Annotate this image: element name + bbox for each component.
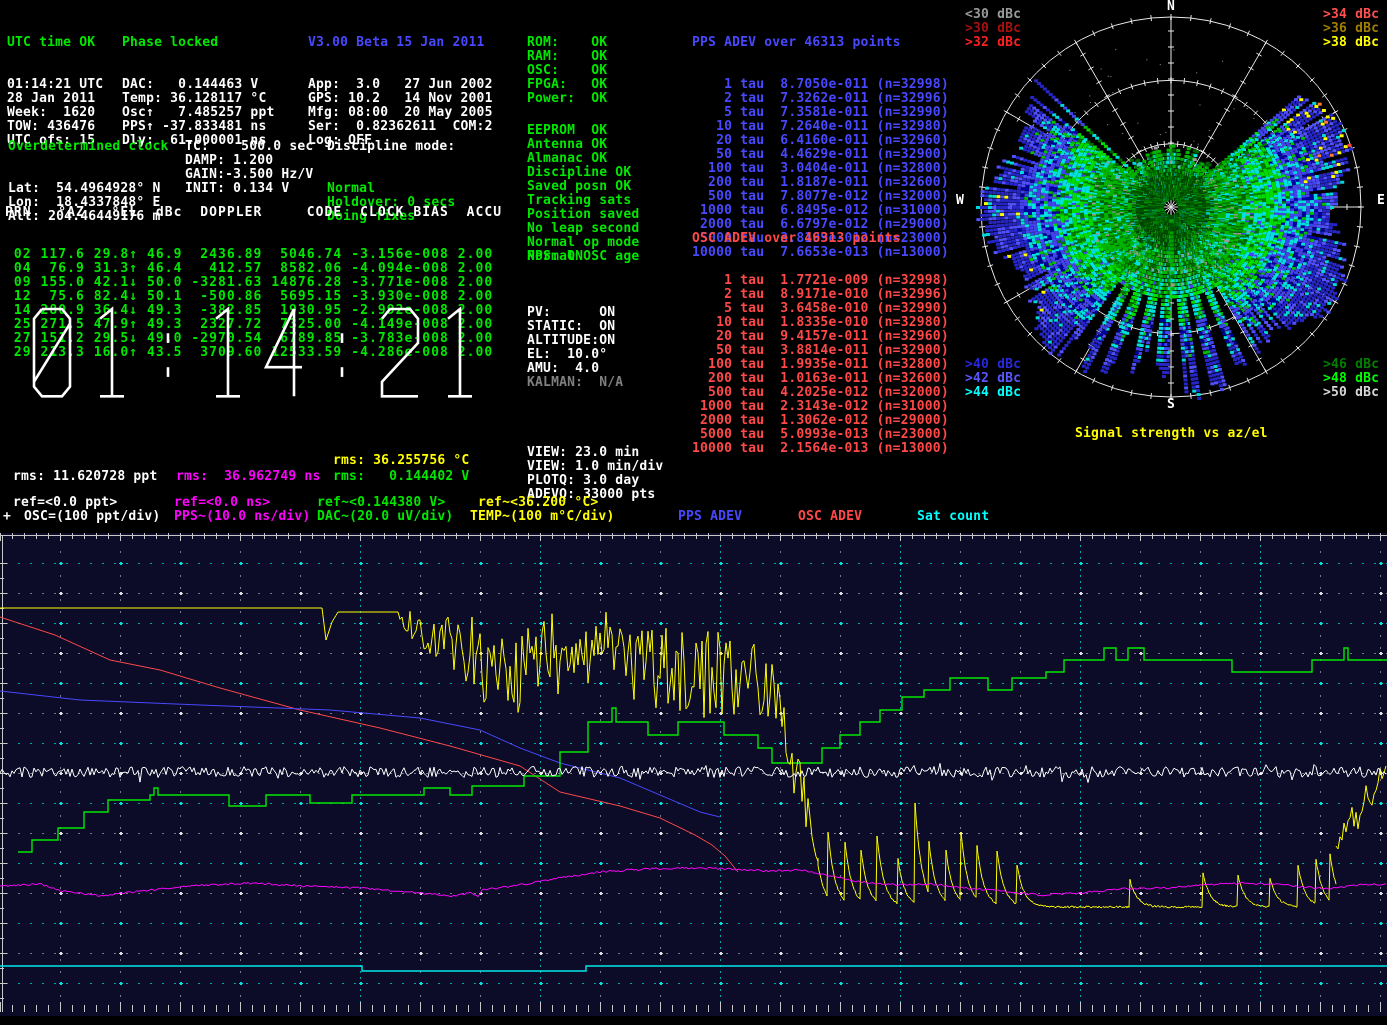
view-lines: VIEW: 23.0 minVIEW: 1.0 min/divPLOTQ: 3.… bbox=[527, 446, 663, 502]
text-line: OSC: OK bbox=[527, 64, 607, 78]
compass-n-label: N bbox=[1167, 0, 1175, 14]
legend-osc-adev: OSC ADEV bbox=[798, 510, 862, 524]
version-title: V3.00 Beta 15 Jan 2011 bbox=[308, 36, 493, 50]
rms-dac: rms: 0.144402 V bbox=[333, 470, 469, 484]
text-line: 10 tau 1.8335e-010 (n=32980) bbox=[692, 316, 949, 330]
osc-adev-rows: 1 tau 1.7721e-009 (n=32998) 2 tau 8.9171… bbox=[692, 274, 949, 456]
text-line: 01:14:21 UTC bbox=[7, 78, 103, 92]
text-line: 2000 tau 1.3062e-012 (n=29000) bbox=[692, 414, 949, 428]
rms-temp: rms: 36.255756 °C bbox=[333, 454, 469, 468]
receiver-mode-label: Overdetermined clock bbox=[8, 140, 169, 154]
time-status-label: UTC time OK bbox=[7, 36, 103, 50]
text-line: VIEW: 1.0 min/div bbox=[527, 460, 663, 474]
text-line: 5000 tau 5.0993e-013 (n=23000) bbox=[692, 428, 949, 442]
scale-dac: DAC~(20.0 uV/div) bbox=[317, 510, 453, 524]
text-line: EEPROM OK bbox=[527, 124, 639, 138]
strip-chart-plot[interactable] bbox=[0, 533, 1387, 1025]
legend-pps-adev: PPS ADEV bbox=[678, 510, 742, 524]
compass-e-label: E bbox=[1377, 194, 1385, 208]
text-line: DAMP: 1.200 bbox=[185, 154, 313, 168]
text-line: Almanac OK bbox=[527, 152, 639, 166]
filter-lines: PV: ONSTATIC: ONALTITUDE:ON bbox=[527, 306, 623, 348]
text-line: 100 tau 3.0404e-011 (n=32800) bbox=[692, 162, 949, 176]
text-line: 100 tau 1.9935e-011 (n=32800) bbox=[692, 358, 949, 372]
text-line: 09 155.0 42.1↓ 50.0 -3281.63 14876.28 -3… bbox=[5, 276, 502, 290]
text-line: STATIC: ON bbox=[527, 320, 623, 334]
text-line: No leap second bbox=[527, 222, 639, 236]
osc-adev-table: OSC ADEV over 46313 points 1 tau 1.7721e… bbox=[692, 204, 949, 470]
text-line: RAM: OK bbox=[527, 50, 607, 64]
text-line: DAC: 0.144463 V bbox=[122, 78, 275, 92]
discipline-mode-label: Discipline mode: bbox=[327, 140, 455, 154]
osc-adev-title: OSC ADEV over 46313 points bbox=[692, 232, 949, 246]
ref-pps: ref=<0.0 ns> bbox=[174, 496, 270, 510]
ref-dac: ref~<0.144380 V> bbox=[317, 496, 445, 510]
text-line: FPGA: OK bbox=[527, 78, 607, 92]
text-line: GPS: 10.2 14 Nov 2001 bbox=[308, 92, 493, 106]
text-line: 10000 tau 2.1564e-013 (n=13000) bbox=[692, 442, 949, 456]
rms-osc: rms: 11.620728 ppt bbox=[13, 470, 157, 484]
polar-signal-map bbox=[970, 6, 1372, 408]
el-mask: EL: 10.0° bbox=[527, 348, 607, 362]
text-line: TC: 500.0 sec bbox=[185, 140, 313, 154]
compass-w-label: W bbox=[956, 194, 964, 208]
text-line: Discipline OK bbox=[527, 166, 639, 180]
text-line: Saved posn OK bbox=[527, 180, 639, 194]
sat-table-header: PRN °AZ °EL dBc DOPPLER CODE CLOCK BIAS … bbox=[5, 206, 502, 220]
kalman-line: KALMAN: N/A bbox=[527, 376, 623, 390]
text-line: 500 tau 7.8077e-012 (n=32000) bbox=[692, 190, 949, 204]
text-line: 02 117.6 29.8↑ 46.9 2436.89 5046.74 -3.1… bbox=[5, 248, 502, 262]
amu-mask: AMU: 4.0 bbox=[527, 362, 599, 376]
scale-osc: OSC=(100 ppt/div) bbox=[24, 510, 160, 524]
text-line: PV: ON bbox=[527, 306, 623, 320]
pps-state: PPS: ON bbox=[527, 250, 583, 264]
text-line: PLOTQ: 3.0 day bbox=[527, 474, 663, 488]
text-line: 1000 tau 2.3143e-012 (n=31000) bbox=[692, 400, 949, 414]
rms-pps: rms: 36.962749 ns bbox=[176, 470, 320, 484]
text-line: Position saved bbox=[527, 208, 639, 222]
text-line: 10 tau 7.2640e-011 (n=32980) bbox=[692, 120, 949, 134]
text-line: 5 tau 7.3581e-011 (n=32990) bbox=[692, 106, 949, 120]
text-line: 5 tau 3.6458e-010 (n=32990) bbox=[692, 302, 949, 316]
text-line: Temp: 36.128117 °C bbox=[122, 92, 275, 106]
ref-osc: ref=<0.0 ppt> bbox=[13, 496, 117, 510]
trace-zero-marker: + bbox=[3, 510, 11, 524]
text-line: 28 Jan 2011 bbox=[7, 92, 103, 106]
text-line: 04 76.9 31.3↑ 46.4 412.57 8582.06 -4.094… bbox=[5, 262, 502, 276]
text-line: 50 tau 3.8814e-011 (n=32900) bbox=[692, 344, 949, 358]
text-line: Antenna OK bbox=[527, 138, 639, 152]
text-line: Normal op mode bbox=[527, 236, 639, 250]
text-line: 1 tau 1.7721e-009 (n=32998) bbox=[692, 274, 949, 288]
phase-status-label: Phase locked bbox=[122, 36, 275, 50]
text-line: VIEW: 23.0 min bbox=[527, 446, 663, 460]
text-line: 20 tau 6.4160e-011 (n=32960) bbox=[692, 134, 949, 148]
text-line: ALTITUDE:ON bbox=[527, 334, 623, 348]
text-line: 1 tau 8.7050e-011 (n=32998) bbox=[692, 78, 949, 92]
compass-s-label: S bbox=[1167, 398, 1175, 412]
text-line: 2 tau 8.9171e-010 (n=32996) bbox=[692, 288, 949, 302]
text-line: App: 3.0 27 Jun 2002 bbox=[308, 78, 493, 92]
big-digital-clock bbox=[32, 307, 512, 399]
text-line: 500 tau 4.2025e-012 (n=32000) bbox=[692, 386, 949, 400]
panel-filters: PV: ONSTATIC: ONALTITUDE:ON KALMAN: N/A bbox=[527, 278, 623, 404]
text-line: 200 tau 1.8187e-011 (n=32600) bbox=[692, 176, 949, 190]
text-line: 20 tau 9.4157e-011 (n=32960) bbox=[692, 330, 949, 344]
text-line: 12 75.6 82.4↓ 50.1 -500.86 5695.15 -3.93… bbox=[5, 290, 502, 304]
gps-status-lines: EEPROM OKAntenna OKAlmanac OKDiscipline … bbox=[527, 124, 639, 264]
text-line: ROM: OK bbox=[527, 36, 607, 50]
ref-temp: ref~<36.200 °C> bbox=[478, 496, 598, 510]
text-line: 2 tau 7.3262e-011 (n=32996) bbox=[692, 92, 949, 106]
pps-adev-title: PPS ADEV over 46313 points bbox=[692, 36, 949, 50]
legend-sat-count: Sat count bbox=[917, 510, 989, 524]
text-line: 50 tau 4.4629e-011 (n=32900) bbox=[692, 148, 949, 162]
scale-pps: PPS~(10.0 ns/div) bbox=[174, 510, 310, 524]
text-line: Tracking sats bbox=[527, 194, 639, 208]
polar-caption: Signal strength vs az/el bbox=[1075, 427, 1268, 441]
scale-temp: TEMP~(100 m°C/div) bbox=[470, 510, 614, 524]
text-line: 200 tau 1.0163e-011 (n=32600) bbox=[692, 372, 949, 386]
